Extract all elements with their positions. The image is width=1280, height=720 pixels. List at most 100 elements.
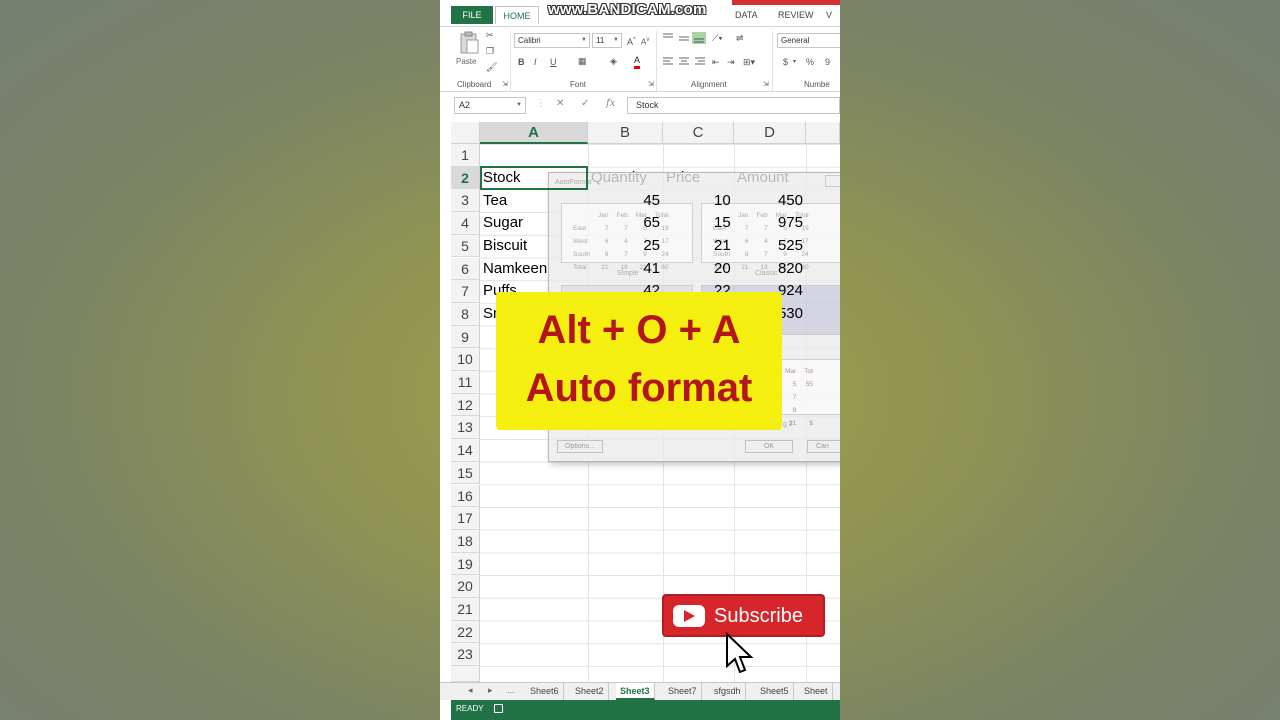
formula-bar-drag-icon[interactable]: ⋮ (536, 98, 546, 109)
cell-price[interactable]: 15 (711, 212, 734, 234)
tab-file[interactable]: FILE (451, 6, 493, 24)
font-color-icon[interactable]: A (634, 54, 641, 69)
row-header[interactable]: 21 (451, 598, 480, 621)
row-header[interactable]: 17 (451, 507, 480, 530)
enter-icon[interactable]: ✓ (581, 98, 589, 109)
cancel-button[interactable]: Can (807, 440, 840, 453)
decrease-font-icon[interactable]: Av (641, 34, 649, 49)
cell-quantity[interactable]: 25 (588, 235, 663, 257)
column-header-e[interactable] (806, 122, 840, 144)
cancel-icon[interactable]: ✕ (556, 98, 564, 109)
sheet-tab[interactable]: Sheet (800, 683, 833, 700)
currency-dropdown-icon[interactable]: ▾ (793, 56, 796, 68)
sheet-tab[interactable]: Sheet5 (756, 683, 794, 700)
ok-button[interactable]: OK (745, 440, 793, 453)
cell-quantity[interactable]: 65 (588, 212, 663, 234)
row-header[interactable]: 10 (451, 348, 480, 371)
dialog-close-button[interactable] (825, 175, 840, 187)
clipboard-launcher-icon[interactable]: ⇲ (502, 79, 508, 91)
font-size-select[interactable]: 11 ▼ (592, 33, 622, 48)
tab-data[interactable]: DATA (729, 6, 764, 24)
row-header[interactable]: 3 (451, 189, 480, 213)
row-header[interactable]: 4 (451, 212, 480, 235)
fill-color-icon[interactable]: ◈ (610, 55, 617, 67)
alignment-launcher-icon[interactable]: ⇲ (763, 79, 769, 91)
name-box[interactable]: A2 ▼ (454, 97, 526, 114)
underline-button[interactable]: U (550, 56, 557, 68)
row-header[interactable]: 14 (451, 439, 480, 462)
cell-price[interactable]: 21 (711, 235, 734, 257)
paste-button[interactable]: Paste (456, 31, 480, 71)
increase-font-icon[interactable]: A^ (627, 34, 636, 48)
orientation-icon[interactable]: ⟋▾ (712, 32, 723, 44)
align-middle-icon[interactable] (678, 33, 690, 43)
row-header[interactable]: 19 (451, 552, 480, 576)
sheet-tab[interactable]: Sheet6 (526, 683, 564, 700)
row-header[interactable]: 7 (451, 280, 480, 303)
cell-amount[interactable]: 525 (734, 235, 806, 257)
cell-quantity[interactable]: 41 (588, 258, 663, 280)
increase-indent-icon[interactable]: ⇥ (727, 56, 735, 68)
sheet-tab-active[interactable]: Sheet3 (616, 683, 655, 700)
align-center-icon[interactable] (678, 57, 690, 67)
tab-view-partial[interactable]: V (820, 6, 838, 24)
font-name-select[interactable]: Calibri ▼ (514, 33, 590, 48)
column-header-b[interactable]: B (588, 122, 663, 144)
percent-button[interactable]: % (806, 56, 814, 68)
tab-home[interactable]: HOME (495, 6, 539, 24)
copy-icon[interactable]: ❐ (486, 45, 494, 57)
cell-quantity[interactable]: 45 (588, 190, 663, 212)
font-launcher-icon[interactable]: ⇲ (648, 79, 654, 91)
sheet-tab[interactable]: sfgsdh (710, 683, 746, 700)
select-all-corner[interactable] (451, 122, 480, 144)
options-button[interactable]: Options... (557, 440, 603, 453)
row-header[interactable]: 16 (451, 484, 480, 508)
sheet-tab[interactable]: Sheet7 (664, 683, 702, 700)
chevron-right-icon[interactable]: ▸ (488, 685, 493, 696)
borders-icon[interactable]: ▦ (578, 55, 587, 67)
format-painter-icon[interactable]: 🖌 (486, 61, 497, 73)
cell-amount[interactable]: 820 (734, 258, 806, 280)
comma-button[interactable]: 9 (825, 56, 830, 68)
row-header[interactable]: 6 (451, 257, 480, 281)
align-bottom-icon[interactable] (692, 32, 706, 44)
bold-button[interactable]: B (518, 56, 525, 68)
merge-center-icon[interactable]: ⊞▾ (743, 56, 755, 68)
subscribe-button[interactable]: Subscribe (662, 594, 825, 637)
more-sheets-button[interactable]: ... (507, 685, 515, 695)
decrease-indent-icon[interactable]: ⇤ (712, 56, 720, 68)
row-header[interactable]: 22 (451, 620, 480, 644)
formula-input[interactable]: Stock (627, 97, 840, 114)
column-header-d[interactable]: D (734, 122, 806, 144)
row-header[interactable]: 13 (451, 416, 480, 440)
currency-button[interactable]: $ (783, 56, 788, 68)
row-header[interactable]: 23 (451, 643, 480, 667)
row-header[interactable]: 1 (451, 144, 480, 167)
cut-icon[interactable]: ✂ (486, 29, 494, 41)
tab-review[interactable]: REVIEW (772, 6, 820, 24)
cell-stock[interactable]: Namkeen (480, 258, 550, 280)
row-header[interactable]: 11 (451, 371, 480, 394)
row-header[interactable]: 9 (451, 325, 480, 349)
align-left-icon[interactable] (662, 57, 674, 67)
row-header[interactable]: 5 (451, 234, 480, 258)
number-format-select[interactable]: General (777, 33, 840, 48)
cell-stock[interactable]: Biscuit (480, 235, 530, 257)
cell-stock[interactable]: Sugar (480, 212, 526, 234)
sheet-tab[interactable]: Sheet2 (571, 683, 609, 700)
cell-amount[interactable]: 975 (734, 212, 806, 234)
row-header[interactable]: 2 (451, 166, 480, 190)
format-sample-accounting[interactable]: Mar Tot 5 55 7 9 21 $ (773, 359, 840, 427)
italic-button[interactable]: I (534, 56, 537, 68)
column-header-a[interactable]: A (480, 122, 588, 144)
insert-function-icon[interactable]: fx (606, 98, 615, 109)
row-header[interactable]: 18 (451, 529, 480, 553)
row-header[interactable]: 12 (451, 393, 480, 417)
macro-record-icon[interactable] (494, 704, 503, 713)
cell-stock[interactable]: Tea (480, 190, 510, 212)
cell-price[interactable]: 10 (711, 190, 734, 212)
cell-amount[interactable]: 450 (734, 190, 806, 212)
chevron-left-icon[interactable]: ◂ (468, 685, 473, 696)
wrap-text-icon[interactable]: ⇌ (736, 32, 744, 44)
row-header[interactable]: 8 (451, 302, 480, 326)
